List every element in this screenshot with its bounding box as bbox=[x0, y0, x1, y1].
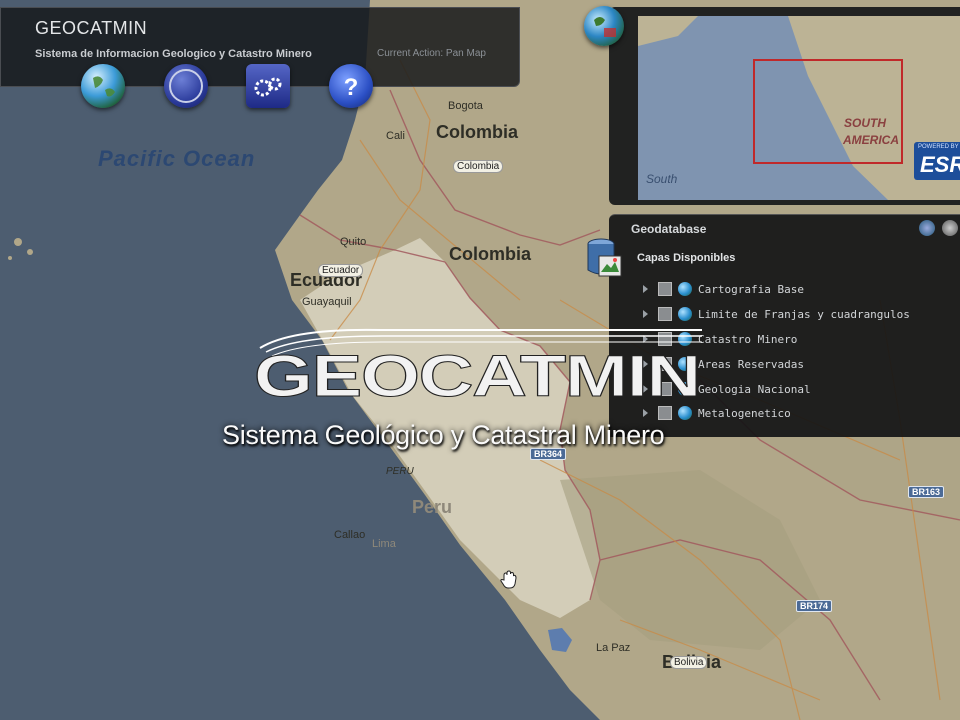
layer-item[interactable]: Limite de Franjas y cuadrangulos bbox=[643, 304, 910, 324]
overview-map-panel: SOUTH AMERICA South POWERED BY ESRI bbox=[609, 7, 960, 205]
gears-icon bbox=[254, 77, 282, 97]
city-label-quito: Quito bbox=[340, 236, 367, 248]
svg-text:?: ? bbox=[344, 74, 359, 101]
layer-label: Cartografia Base bbox=[698, 282, 804, 296]
layer-globe-icon bbox=[678, 282, 692, 296]
ocean-label: Pacific Ocean bbox=[98, 146, 256, 171]
panel-settings-icon[interactable] bbox=[919, 220, 935, 236]
geodatabase-icon[interactable] bbox=[585, 236, 625, 282]
esri-powered-text: POWERED BY bbox=[918, 144, 959, 150]
database-icon bbox=[587, 238, 622, 277]
city-label-cali: Cali bbox=[386, 130, 405, 142]
map-tag-ecuador: Ecuador bbox=[318, 264, 364, 277]
esri-logo: POWERED BY ESRI bbox=[914, 142, 960, 180]
city-label-lima: Lima bbox=[372, 538, 396, 550]
app-title: GEOCATMIN bbox=[35, 18, 148, 38]
globe-icon bbox=[93, 76, 115, 97]
layer-label: Catastro Minero bbox=[698, 332, 798, 346]
splash-subtitle: Sistema Geológico y Catastral Minero bbox=[222, 420, 665, 450]
pan-hand-icon bbox=[500, 570, 517, 589]
overview-map-graphic bbox=[638, 16, 960, 200]
overview-label-south-america-2: AMERICA bbox=[843, 133, 899, 147]
overview-label-south-america-1: SOUTH bbox=[844, 116, 886, 130]
help-button[interactable]: ? bbox=[329, 64, 373, 108]
compass-icon bbox=[169, 69, 203, 103]
layer-checkbox[interactable] bbox=[658, 307, 672, 321]
current-action-text: Current Action: Pan Map bbox=[377, 48, 486, 59]
help-icon: ? bbox=[344, 74, 359, 101]
layer-checkbox[interactable] bbox=[658, 282, 672, 296]
layer-label: Geologia Nacional bbox=[698, 382, 811, 396]
layer-label: Areas Reservadas bbox=[698, 357, 804, 371]
layer-item[interactable]: Cartografia Base bbox=[643, 279, 804, 299]
expand-icon[interactable] bbox=[643, 310, 648, 318]
esri-text: ESRI bbox=[920, 152, 960, 177]
layer-label: Limite de Franjas y cuadrangulos bbox=[698, 307, 910, 321]
geocatmin-logo: GEOCATMIN bbox=[254, 328, 702, 410]
app-subtitle: Sistema de Informacion Geologico y Catas… bbox=[35, 48, 312, 60]
map-tag-colombia: Colombia bbox=[453, 160, 504, 173]
city-label-guayaquil: Guayaquil bbox=[302, 296, 352, 308]
expand-icon[interactable] bbox=[643, 285, 648, 293]
globe-button[interactable] bbox=[81, 64, 125, 108]
panel-close-icon[interactable] bbox=[942, 220, 958, 236]
country-label-colombia-2: Colombia bbox=[449, 244, 532, 264]
layer-label: Metalogenetico bbox=[698, 406, 791, 420]
available-layers-header: Capas Disponibles bbox=[637, 252, 736, 264]
highway-shield-br163: BR163 bbox=[908, 486, 945, 498]
globe-icon bbox=[594, 17, 616, 37]
city-label-bogota: Bogota bbox=[448, 100, 483, 112]
layer-globe-icon bbox=[678, 307, 692, 321]
settings-button[interactable] bbox=[246, 64, 290, 108]
country-label-colombia: Colombia bbox=[436, 122, 519, 142]
geodatabase-title: Geodatabase bbox=[631, 222, 707, 236]
country-label-peru: Peru bbox=[412, 497, 453, 517]
logo-text: GEOCATMIN bbox=[254, 344, 700, 409]
highway-shield-br174: BR174 bbox=[796, 600, 833, 612]
compass-button[interactable] bbox=[164, 64, 208, 108]
overview-label-south: South bbox=[646, 172, 678, 186]
city-label-la-paz: La Paz bbox=[596, 642, 631, 654]
expand-icon[interactable] bbox=[643, 409, 648, 417]
city-label-callao: Callao bbox=[334, 529, 366, 541]
map-tag-bolivia: Bolivia bbox=[670, 656, 708, 669]
map-tag-peru: PERU bbox=[386, 466, 414, 477]
overview-map[interactable]: SOUTH AMERICA South POWERED BY ESRI bbox=[637, 15, 960, 201]
overview-toggle-button[interactable] bbox=[584, 6, 624, 46]
